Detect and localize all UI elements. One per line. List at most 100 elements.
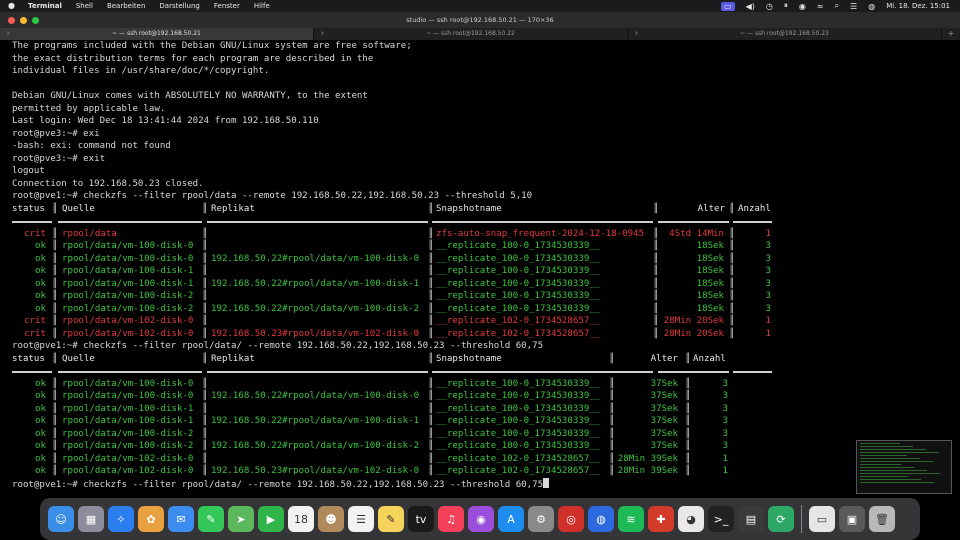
snapshot-count: 1 <box>765 228 771 239</box>
snapshot-count: 1 <box>765 328 771 339</box>
column-separator: ║ <box>202 303 208 314</box>
column-separator: ║ <box>729 241 735 251</box>
account-icon[interactable]: ◉ <box>799 2 806 11</box>
apple-menu-icon[interactable]: ● <box>8 0 18 12</box>
menu-clock[interactable]: Mi. 18. Dez. 15:01 <box>886 2 950 10</box>
col-replikat-header: Replikat <box>211 203 255 214</box>
appstore-icon[interactable]: A <box>498 506 524 532</box>
close-tab-icon[interactable]: × <box>6 28 11 40</box>
window-title: studio — ssh root@192.168.50.21 — 170×36 <box>406 16 554 24</box>
contacts-icon[interactable]: ☻ <box>318 506 344 532</box>
reminders-icon[interactable]: ☰ <box>348 506 374 532</box>
snapshot-name: __replicate_100-0_1734530339__ <box>436 391 601 401</box>
column-separator: ║ <box>202 416 208 426</box>
table-row: ok ║ rpool/data/vm-100-disk-0 ║ 192.168.50.2… <box>12 390 952 403</box>
maps-icon[interactable]: ➤ <box>228 506 254 532</box>
table-row: crit ║ rpool/data ║ ║ zfs-auto-snap_frequent-… <box>12 228 952 241</box>
menu-shell[interactable]: Shell <box>76 2 93 10</box>
snapshot-name: __replicate_100-0_1734530339__ <box>436 253 601 264</box>
appletv-icon[interactable]: tv <box>408 506 434 532</box>
status-badge: crit <box>24 328 46 339</box>
photos-icon[interactable]: ✿ <box>138 506 164 532</box>
window-titlebar[interactable]: studio — ssh root@192.168.50.21 — 170×36 <box>0 12 960 28</box>
calendar-icon[interactable]: 18 <box>288 506 314 532</box>
col-quelle-header: Quelle <box>62 203 95 214</box>
screen-share-icon[interactable]: ▭ <box>721 1 735 11</box>
podcasts-icon[interactable]: ◉ <box>468 506 494 532</box>
col-anzahl-header: Anzahl <box>693 353 726 364</box>
folder-icon[interactable]: ▣ <box>839 506 865 532</box>
messages-icon[interactable]: ✎ <box>198 506 224 532</box>
column-separator: ║ <box>428 416 434 426</box>
snapshot-name: zfs-auto-snap_frequent-2024-12-18-0945 <box>436 228 645 239</box>
column-separator: ║ <box>52 253 58 264</box>
menu-app-name[interactable]: Terminal <box>28 2 62 10</box>
snapshot-age: 37Sek <box>650 441 678 451</box>
volume-icon[interactable]: ◀) <box>746 2 755 11</box>
music-icon[interactable]: ♫ <box>438 506 464 532</box>
column-separator: ║ <box>52 228 58 239</box>
close-tab-icon[interactable]: × <box>320 28 325 40</box>
safari-icon[interactable]: ✧ <box>108 506 134 532</box>
thumbnail-line <box>860 445 913 447</box>
terminal-line: root@pve1:~# checkzfs --filter rpool/dat… <box>12 191 533 201</box>
wifi-icon[interactable]: ≈ <box>817 2 824 11</box>
column-separator: ║ <box>52 378 58 389</box>
table-row: ok ║ rpool/data/vm-100-disk-1 ║ ║ __replicate… <box>12 403 952 416</box>
status-badge: ok <box>35 378 46 389</box>
snapshot-count: 1 <box>722 453 728 464</box>
launchpad-icon[interactable]: ▦ <box>78 506 104 532</box>
menu-bearbeiten[interactable]: Bearbeiten <box>107 2 145 10</box>
redapp-icon[interactable]: ✚ <box>648 506 674 532</box>
remote-icon[interactable]: ◎ <box>558 506 584 532</box>
column-separator: ║ <box>52 328 58 339</box>
snapshot-age: 37Sek <box>650 378 678 389</box>
facetime-icon[interactable]: ▶ <box>258 506 284 532</box>
column-separator: ║ <box>729 303 735 314</box>
notes-icon[interactable]: ✎ <box>378 506 404 532</box>
column-separator: ║ <box>428 266 434 276</box>
terminal-line: root@pve3:~# exi <box>12 128 100 139</box>
status-badge: crit <box>24 228 46 239</box>
thumbnail-line <box>860 463 901 465</box>
tab-label: ~ — ssh root@192.168.50.22 <box>426 30 515 37</box>
menu-fenster[interactable]: Fenster <box>214 2 240 10</box>
column-separator: ║ <box>685 391 691 401</box>
finder-icon[interactable]: ☺ <box>48 506 74 532</box>
close-tab-icon[interactable]: × <box>634 28 639 40</box>
spotify-icon[interactable]: ≋ <box>618 506 644 532</box>
document-icon[interactable]: ▭ <box>809 506 835 532</box>
menu-hilfe[interactable]: Hilfe <box>254 2 270 10</box>
column-separator: ║ <box>685 441 691 451</box>
settings-icon[interactable]: ⚙ <box>528 506 554 532</box>
terminal-prompt-line[interactable]: root@pve1:~# checkzfs --filter rpool/dat… <box>12 477 952 491</box>
new-tab-button[interactable]: + <box>942 28 960 40</box>
column-separator: ║ <box>729 253 735 264</box>
pause-icon[interactable]: ⏸ <box>784 1 788 11</box>
search-icon[interactable]: ⌕ <box>835 1 839 11</box>
terminal-icon[interactable]: >_ <box>708 506 734 532</box>
divider-segment <box>658 371 729 373</box>
tab-ssh-22[interactable]: × ~ — ssh root@192.168.50.22 <box>314 28 628 40</box>
control-center-icon[interactable]: ☰ <box>850 2 857 11</box>
terminal-output[interactable]: The programs included with the Debian GN… <box>12 40 952 494</box>
divider-segment <box>58 221 202 223</box>
chrome-icon[interactable]: ◕ <box>678 506 704 532</box>
proxmox-icon[interactable]: ◍ <box>588 506 614 532</box>
snapshot-name: __replicate_100-0_1734530339__ <box>436 428 601 439</box>
siri-icon[interactable]: ◍ <box>868 2 875 11</box>
menu-darstellung[interactable]: Darstellung <box>159 2 199 10</box>
trash-icon[interactable]: 🗑 <box>869 506 895 532</box>
table-row: ok ║ rpool/data/vm-100-disk-2 ║ 192.168.50.2… <box>12 440 952 453</box>
time-machine-icon[interactable]: ◷ <box>766 2 773 11</box>
mail-icon[interactable]: ✉ <box>168 506 194 532</box>
tab-ssh-23[interactable]: × ~ — ssh root@192.168.50.23 <box>628 28 942 40</box>
column-separator: ║ <box>202 391 208 401</box>
sync-icon[interactable]: ⟳ <box>768 506 794 532</box>
divider-segment <box>207 371 428 373</box>
divider-segment <box>733 371 772 373</box>
calculator-icon[interactable]: ▤ <box>738 506 764 532</box>
snapshot-age: 18Sek <box>696 266 724 276</box>
window-thumbnail-preview[interactable] <box>856 440 952 494</box>
tab-ssh-21[interactable]: × ~ — ssh root@192.168.50.21 <box>0 28 314 40</box>
